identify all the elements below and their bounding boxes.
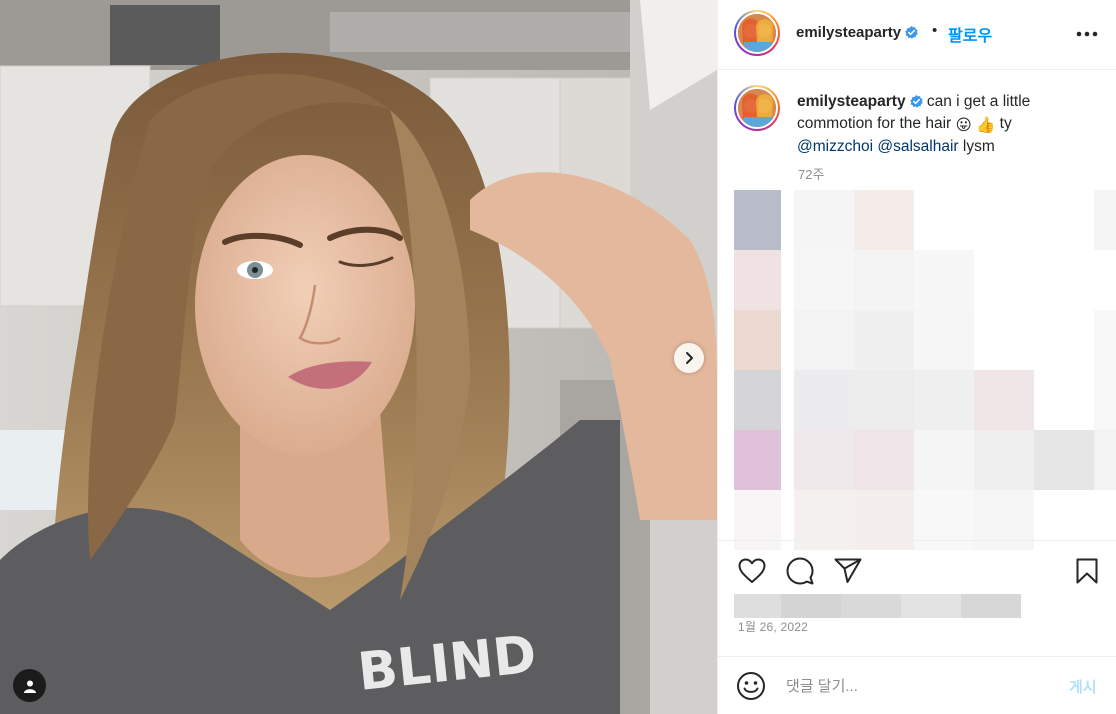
blur-block (734, 310, 781, 370)
blur-block (1094, 250, 1116, 310)
blur-block (734, 594, 781, 618)
blur-block (914, 250, 974, 310)
blur-block (1094, 370, 1116, 430)
caption-text-line1: can i get a little (926, 93, 1031, 110)
blur-block (914, 190, 974, 250)
post-photo: BLIND (0, 0, 717, 714)
blur-block (1094, 430, 1116, 490)
smiley-icon (737, 672, 765, 700)
caption-avatar[interactable] (734, 85, 780, 131)
blur-block (974, 310, 1034, 370)
blur-block (961, 594, 1021, 618)
blur-block (794, 190, 854, 250)
avatar-illustration (738, 14, 776, 52)
blur-block (974, 430, 1034, 490)
post-header: emilysteaparty • 팔로우 (718, 0, 1116, 70)
blur-block (854, 370, 914, 430)
add-comment-bar: 게시 (718, 656, 1116, 714)
avatar-image (736, 12, 778, 54)
blur-block (914, 430, 974, 490)
tagged-users-button[interactable] (13, 669, 46, 702)
share-button[interactable] (832, 555, 864, 587)
user-tag-icon (23, 680, 36, 693)
blur-block (781, 594, 841, 618)
blur-block (854, 250, 914, 310)
blur-block (734, 250, 781, 310)
blur-block (1034, 310, 1094, 370)
caption-text-line2: commotion for the hair (797, 114, 952, 132)
blurred-comments-area (734, 190, 1116, 550)
header-username-text[interactable]: emilysteaparty (796, 24, 901, 41)
blur-block (974, 370, 1034, 430)
next-media-button[interactable] (674, 343, 704, 373)
blur-block (974, 190, 1034, 250)
comment-button[interactable] (784, 555, 816, 587)
blur-block (914, 370, 974, 430)
blur-block (854, 430, 914, 490)
verified-badge-icon (909, 95, 923, 108)
blur-block (914, 310, 974, 370)
blur-block (974, 250, 1034, 310)
blur-block (794, 430, 854, 490)
post-caption: emilysteaparty can i get a little commot… (797, 91, 1097, 158)
caption-avatar-illustration (738, 89, 776, 127)
header-username[interactable]: emilysteaparty (796, 24, 918, 41)
caption-time-ago[interactable]: 72주 (798, 164, 824, 183)
heart-icon (738, 558, 766, 583)
blur-block (1034, 370, 1094, 430)
blur-block (794, 250, 854, 310)
blur-block (901, 594, 961, 618)
avatar[interactable] (734, 10, 780, 56)
blurred-likes (734, 594, 1021, 618)
blur-block (841, 594, 901, 618)
blur-block (854, 190, 914, 250)
blur-block (794, 310, 854, 370)
mention-link[interactable]: @salsalhair (877, 138, 958, 155)
post-date[interactable]: 1월 26, 2022 (738, 618, 808, 635)
paper-plane-icon (834, 558, 862, 583)
caption-text-ty: ty (999, 114, 1012, 132)
blur-block (1034, 250, 1094, 310)
caption-username[interactable]: emilysteaparty (797, 93, 906, 110)
blur-block (794, 370, 854, 430)
chevron-right-icon (686, 352, 693, 364)
blur-block (1034, 190, 1094, 250)
comment-input[interactable] (786, 675, 1046, 697)
more-horizontal-icon (1076, 31, 1098, 37)
like-button[interactable] (736, 555, 768, 587)
post-media[interactable]: BLIND (0, 0, 717, 714)
blur-block (734, 190, 781, 250)
bookmark-icon (1076, 558, 1098, 584)
more-options-button[interactable] (1074, 24, 1100, 44)
separator-dot: • (932, 22, 938, 39)
caption-avatar-image (736, 87, 778, 129)
post-side-panel: emilysteaparty • 팔로우 emilysteaparty can … (717, 0, 1116, 714)
blur-block (1034, 430, 1094, 490)
follow-button[interactable]: 팔로우 (948, 22, 992, 46)
save-button[interactable] (1071, 555, 1103, 587)
verified-badge-icon (905, 26, 918, 39)
thumbs-up-emoji-icon: 👍 (976, 116, 996, 134)
blur-block (854, 310, 914, 370)
post-comment-button[interactable]: 게시 (1069, 676, 1097, 697)
post-actions-bar (718, 540, 1116, 600)
blur-block (734, 430, 781, 490)
caption-text-end: lysm (962, 138, 995, 155)
tongue-emoji-icon: 😛 (955, 116, 972, 134)
comment-bubble-icon (786, 557, 814, 585)
blur-block (734, 370, 781, 430)
mention-link[interactable]: @mizzchoi (797, 138, 873, 155)
blur-block (1094, 190, 1116, 250)
emoji-picker-button[interactable] (736, 671, 766, 701)
blur-block (1094, 310, 1116, 370)
